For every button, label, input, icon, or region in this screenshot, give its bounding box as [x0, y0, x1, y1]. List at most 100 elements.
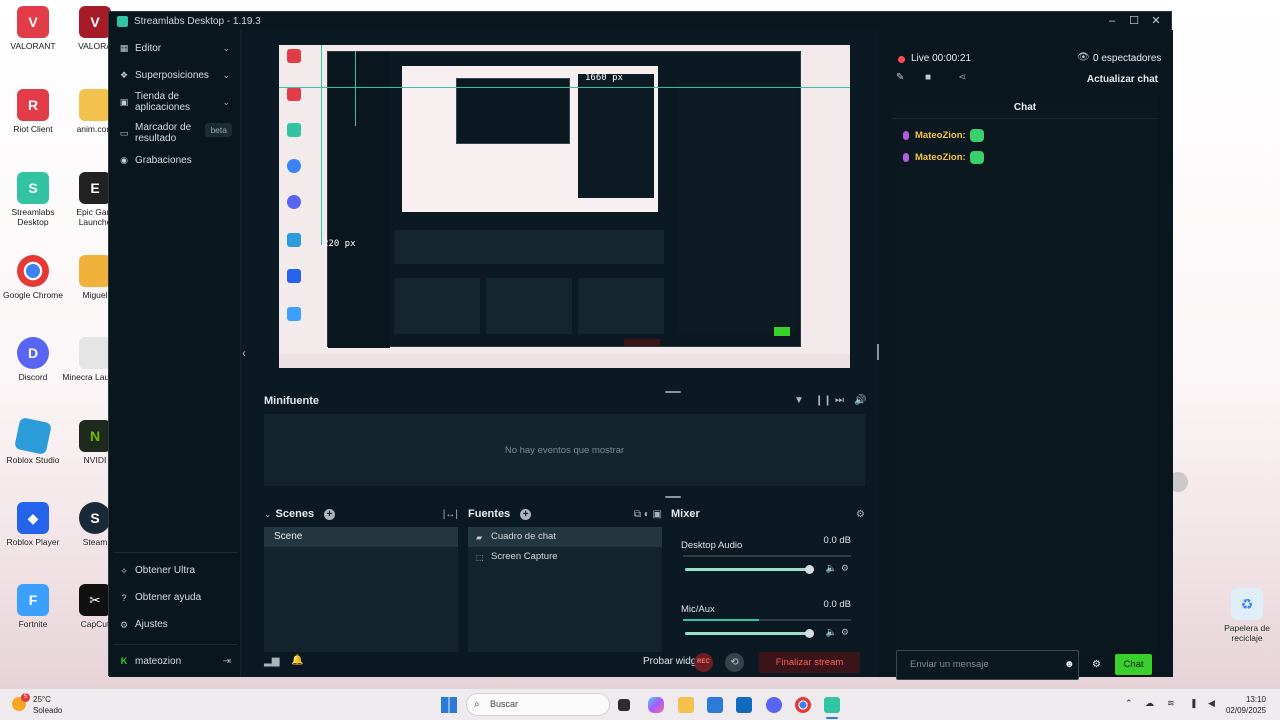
studio-footer: ▂▆ 🔔 Probar widgets REC ⟲ Finalizar stre… — [241, 647, 879, 677]
source-item-chat[interactable]: ▰ Cuadro de chat — [468, 527, 662, 547]
speaker-icon[interactable]: ◀ — [1208, 698, 1215, 709]
chat-message-input[interactable]: Enviar un mensaje — [896, 650, 1079, 680]
maximize-icon[interactable]: ☐ — [1123, 12, 1145, 30]
edit-stream-icon[interactable]: ✎ — [896, 72, 904, 83]
discord-icon[interactable] — [766, 697, 782, 713]
volume-slider[interactable] — [685, 565, 814, 574]
add-scene-icon[interactable]: + — [324, 508, 336, 520]
chevron-down-icon: ⌄ — [222, 69, 230, 80]
share-icon[interactable]: ⋖ — [958, 72, 966, 83]
wifi-icon[interactable]: ≋ — [1167, 698, 1175, 709]
nav-item-editor[interactable]: ▦ Editor ⌄ — [109, 37, 240, 59]
nav-item-recordings[interactable]: ◉ Grabaciones — [109, 150, 240, 170]
scene-transition-icon[interactable]: |↔| — [443, 509, 458, 520]
close-icon[interactable]: ✕ — [1145, 12, 1167, 30]
preview-desktop-icon — [287, 269, 301, 283]
ultra-icon: ✧ — [120, 565, 128, 576]
end-stream-button[interactable]: Finalizar stream — [759, 652, 860, 673]
source-actions-icon[interactable]: ⧉ ◐ ▣ — [634, 509, 662, 520]
stream-preview[interactable]: 1660 px 220 px — [279, 45, 850, 368]
filter-icon[interactable]: ▼ — [794, 395, 804, 406]
chevron-down-icon: ⌄ — [222, 96, 230, 107]
emoji-icon[interactable]: ☻ — [1064, 659, 1075, 670]
preview-nested-sources — [486, 278, 572, 334]
nav-item-scoreboard[interactable]: ▭ Marcador de resultado beta — [109, 118, 240, 148]
gear-icon[interactable]: ⚙ — [841, 563, 849, 574]
desktop-icon-riot-client[interactable]: R Riot Client — [0, 89, 66, 134]
nav-item-get-help[interactable]: ? Obtener ayuda — [109, 584, 241, 611]
logout-icon[interactable]: ⇥ — [223, 656, 231, 667]
chat-username[interactable]: MateoZion: — [915, 152, 966, 163]
mic-icon[interactable]: ❚ — [1190, 698, 1198, 709]
task-view-icon[interactable] — [618, 699, 630, 711]
pause-icon[interactable]: ❙❙ — [815, 395, 832, 406]
chevron-down-icon[interactable]: ⌄ — [264, 509, 272, 520]
desktop-icon-roblox-player[interactable]: ◆ Roblox Player — [0, 502, 66, 547]
desktop-icon-roblox-studio[interactable]: Roblox Studio — [0, 417, 66, 465]
mute-icon[interactable]: 🔈 — [826, 563, 837, 574]
mixer-header: Mixer ⚙ — [671, 505, 865, 523]
start-icon[interactable] — [441, 697, 457, 713]
chat-username[interactable]: MateoZion: — [915, 130, 966, 141]
chrome-icon — [17, 255, 49, 287]
taskbar: 5 25°C Soleado ⌕ Buscar ⌃ ☁ ≋ ❚ ◀ 13:10 … — [0, 688, 1280, 720]
store-icon[interactable] — [707, 697, 723, 713]
record-button[interactable]: REC — [694, 653, 713, 672]
chevron-up-icon[interactable]: ⌃ — [1125, 698, 1133, 709]
stats-icon[interactable]: ▂▆ — [264, 656, 279, 667]
gear-icon[interactable]: ⚙ — [856, 509, 865, 520]
nav-item-settings[interactable]: ⚙ Ajustes — [109, 611, 241, 638]
desktop-icon-chrome[interactable]: Google Chrome — [0, 255, 66, 300]
skip-icon[interactable]: ⏭ — [835, 395, 844, 406]
mic-badge-icon — [903, 130, 909, 140]
gear-icon[interactable]: ⚙ — [841, 627, 849, 638]
copilot-icon[interactable] — [648, 697, 664, 713]
active-app-indicator — [826, 717, 838, 719]
eye-icon: 👁 — [1077, 52, 1090, 63]
collapse-left-icon[interactable]: ‹ — [242, 346, 246, 360]
taskbar-search[interactable]: ⌕ Buscar — [466, 693, 610, 716]
add-source-icon[interactable]: + — [520, 508, 532, 520]
desktop-icon-streamlabs[interactable]: S Streamlabs Desktop — [0, 172, 66, 227]
volume-icon[interactable]: 🔊 — [854, 395, 866, 406]
live-timer: Live 00:00:21 — [911, 53, 972, 64]
steam-icon: S — [79, 502, 111, 534]
notifications-icon[interactable]: 🔔 — [291, 655, 303, 666]
file-explorer-icon[interactable] — [678, 697, 694, 713]
cloud-icon[interactable]: ☁ — [1145, 698, 1154, 709]
roblox-icon: ◆ — [17, 502, 49, 534]
volume-slider[interactable] — [685, 629, 814, 638]
replay-buffer-icon[interactable]: ⟲ — [725, 653, 744, 672]
desktop-icon-recycle-bin[interactable]: ♻ Papelera de reciclaje — [1214, 588, 1280, 643]
desktop-icon-discord[interactable]: D Discord — [0, 337, 66, 382]
desktop-icon-valorant[interactable]: V VALORANT — [0, 6, 66, 51]
weather-widget[interactable]: 5 25°C Soleado — [12, 693, 82, 717]
clock[interactable]: 13:10 02/09/2025 — [1226, 694, 1266, 716]
gear-icon[interactable]: ⚙ — [1092, 659, 1101, 670]
chat-send-button[interactable]: Chat — [1115, 654, 1152, 675]
outlook-icon[interactable] — [736, 697, 752, 713]
nav-item-app-store[interactable]: ▣ Tienda de aplicaciones ⌄ — [109, 88, 240, 116]
capcut-icon: ✂ — [79, 584, 111, 616]
title-bar[interactable]: Streamlabs Desktop - 1.19.3 — [109, 12, 1171, 30]
refresh-chat-button[interactable]: Actualizar chat — [1087, 74, 1158, 85]
slider-knob[interactable] — [805, 565, 814, 574]
mute-icon[interactable]: 🔈 — [826, 627, 837, 638]
minimize-icon[interactable]: – — [1101, 12, 1123, 30]
nav-item-label: Ajustes — [135, 619, 168, 630]
folder-icon — [79, 255, 111, 287]
source-item-screen-capture[interactable]: ⬚ Screen Capture — [468, 547, 662, 567]
streamlabs-icon[interactable] — [824, 697, 840, 713]
nav-item-overlays[interactable]: ❖ Superposiciones ⌄ — [109, 64, 240, 86]
source-label: Cuadro de chat — [491, 531, 556, 542]
chrome-icon[interactable] — [795, 697, 811, 713]
camera-icon[interactable]: ■ — [925, 72, 931, 83]
nav-user[interactable]: K mateozion ⇥ — [109, 645, 241, 677]
nav-item-get-ultra[interactable]: ✧ Obtener Ultra — [109, 557, 241, 584]
slider-knob[interactable] — [805, 629, 814, 638]
resize-handle[interactable] — [665, 496, 681, 498]
level-meter — [683, 619, 851, 621]
scene-item[interactable]: Scene — [264, 527, 458, 547]
desktop-icon-fortnite[interactable]: F Fortnite — [0, 584, 66, 629]
width-label: 1660 px — [585, 73, 623, 83]
